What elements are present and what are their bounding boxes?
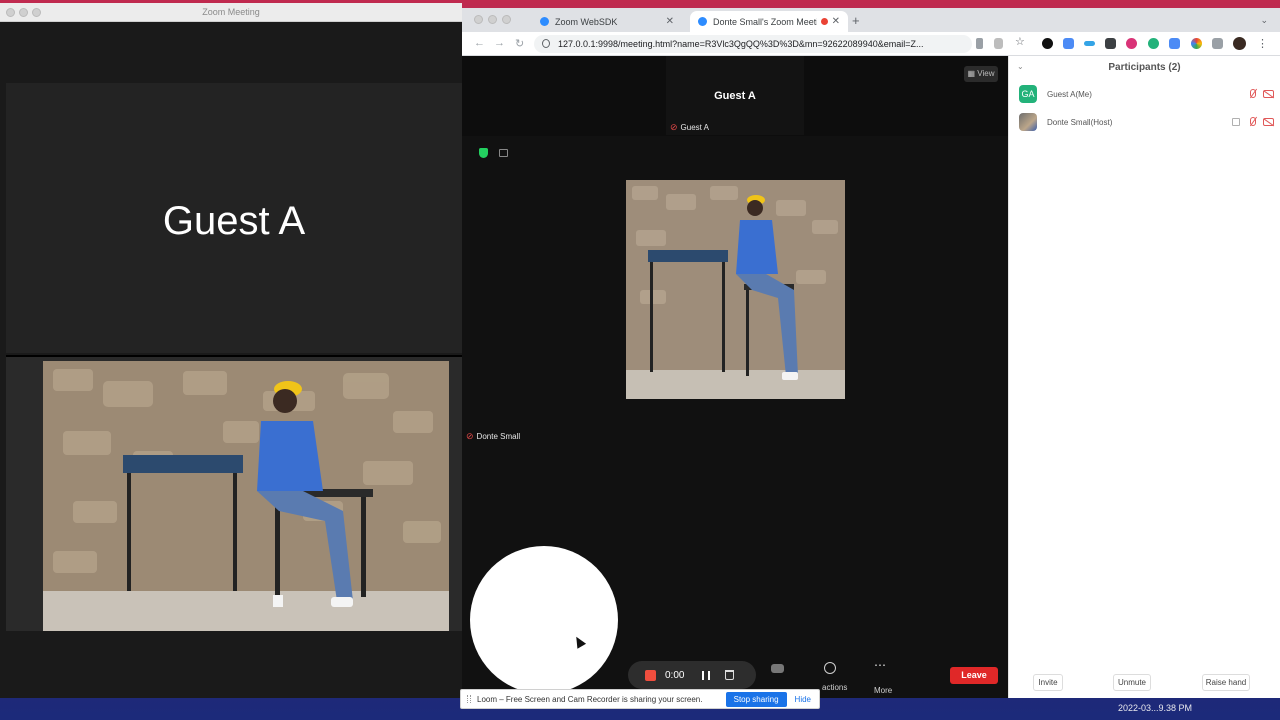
unmute-button[interactable]: Unmute: [1113, 674, 1151, 691]
participant-row[interactable]: GA Guest A(Me): [1019, 83, 1274, 105]
hide-button[interactable]: Hide: [795, 695, 811, 704]
participant-name: Donte Small(Host): [1047, 117, 1113, 127]
info-icon[interactable]: [542, 39, 550, 48]
extension-gear-icon[interactable]: [1126, 38, 1137, 49]
security-shield-icon[interactable]: [479, 148, 488, 158]
muted-mic-icon: [1248, 117, 1257, 127]
reload-icon[interactable]: ↻: [515, 37, 524, 50]
host-video-frame: [626, 180, 845, 399]
extension-dark-icon[interactable]: [1042, 38, 1053, 49]
browser-minimize-button[interactable]: [488, 15, 497, 24]
recording-timer: 0:00: [665, 669, 685, 681]
extension-share-icon[interactable]: [1084, 41, 1095, 46]
camera-off-icon: [1263, 90, 1274, 98]
extension-chrome-icon[interactable]: [1169, 38, 1180, 49]
encryption-icon[interactable]: [499, 149, 508, 157]
extension-color-icon[interactable]: [1191, 38, 1202, 49]
gallery-view: ⊘ Donte Small actions ⋯ More 0:00 Leave: [462, 136, 1008, 698]
address-bar[interactable]: 127.0.0.1:9998/meeting.html?name=R3Vlc3Q…: [534, 35, 972, 53]
tab-bar: Zoom WebSDK ✕ Donte Small's Zoom Meeting…: [462, 8, 1280, 32]
zoom-favicon-icon: [698, 17, 707, 26]
host-badge-icon: [1232, 118, 1240, 126]
browser-window: Zoom WebSDK ✕ Donte Small's Zoom Meeting…: [462, 8, 1280, 698]
reactions-label[interactable]: actions: [822, 683, 847, 692]
kebab-menu-icon[interactable]: ⋮: [1257, 37, 1268, 50]
participant-name: Guest A(Me): [1047, 89, 1092, 99]
stop-sharing-button[interactable]: Stop sharing: [725, 691, 787, 707]
tab-zoom-meeting[interactable]: Donte Small's Zoom Meeting ✕: [690, 11, 848, 32]
extension-grid-icon[interactable]: [1063, 38, 1074, 49]
system-clock: 2022-03...9.38 PM: [1117, 703, 1192, 713]
avatar: GA: [1019, 85, 1037, 103]
pause-icon[interactable]: [702, 670, 711, 680]
shared-video-strip: [6, 355, 462, 631]
participants-panel: ⌄ Participants (2) GA Guest A(Me) Donte …: [1008, 56, 1280, 698]
speaker-name: Guest A: [162, 199, 306, 243]
meeting-area: Guest A ⊘ Guest A ▦ View ⊘ Donte Small a…: [462, 56, 1008, 698]
muted-mic-icon: ⊘: [670, 122, 678, 132]
active-speaker-name: Guest A: [714, 90, 756, 102]
reactions-icon[interactable]: [824, 662, 836, 674]
stop-recording-icon[interactable]: [645, 669, 656, 681]
participant-row[interactable]: Donte Small(Host): [1019, 111, 1274, 133]
screen-share-banner: Loom – Free Screen and Cam Recorder is s…: [460, 689, 820, 709]
chat-icon[interactable]: [771, 664, 784, 673]
avatar: [1019, 113, 1037, 131]
zoom-window-title: Zoom Meeting: [202, 7, 260, 17]
tab-label: Zoom WebSDK: [555, 16, 618, 27]
more-button[interactable]: More: [874, 686, 892, 695]
extension-hash-icon[interactable]: [1105, 38, 1116, 49]
share-banner-text: Loom – Free Screen and Cam Recorder is s…: [477, 694, 703, 704]
active-speaker-tile: Guest A ⊘ Guest A: [666, 56, 804, 135]
more-dots-icon[interactable]: ⋯: [874, 658, 886, 672]
url-text: 127.0.0.1:9998/meeting.html?name=R3Vlc3Q…: [558, 39, 924, 49]
grid-icon: ▦: [967, 69, 978, 78]
tab-label: Donte Small's Zoom Meeting: [713, 16, 817, 27]
puzzle-icon[interactable]: [1212, 38, 1223, 49]
view-label: View: [977, 69, 995, 78]
browser-maximize-button[interactable]: [502, 15, 511, 24]
gallery-tile-name: ⊘ Donte Small: [466, 431, 520, 442]
loom-recording-controls: 0:00: [628, 661, 756, 689]
profile-avatar[interactable]: [1233, 37, 1246, 50]
trash-icon[interactable]: [725, 670, 735, 680]
close-icon[interactable]: ✕: [832, 16, 840, 27]
leave-button[interactable]: Leave: [950, 667, 998, 684]
tile-label: Donte Small: [476, 432, 521, 441]
zoom-titlebar: Zoom Meeting: [0, 3, 462, 22]
recording-indicator-icon: [820, 18, 828, 25]
tab-zoom-websdk[interactable]: Zoom WebSDK ✕: [532, 11, 682, 32]
new-tab-button[interactable]: +: [852, 13, 860, 28]
loom-camera-bubble[interactable]: [470, 546, 618, 694]
camera-off-icon: [1263, 118, 1274, 126]
participants-title: Participants (2): [1108, 62, 1181, 73]
back-arrow-icon[interactable]: ←: [474, 37, 485, 49]
browser-close-button[interactable]: [474, 15, 483, 24]
view-button[interactable]: ▦ View: [964, 66, 998, 82]
drag-handle-icon[interactable]: [467, 695, 471, 703]
muted-mic-icon: [1248, 89, 1257, 99]
chevron-down-icon[interactable]: ⌄: [1260, 15, 1268, 26]
invite-button[interactable]: Invite: [1033, 674, 1063, 691]
bookmark-star-icon[interactable]: ☆: [1015, 35, 1026, 48]
zoom-meeting-window: Zoom Meeting Guest A: [0, 3, 462, 698]
tag-label: Guest A: [680, 123, 710, 132]
close-icon[interactable]: ✕: [666, 16, 674, 27]
raise-hand-button[interactable]: Raise hand: [1202, 674, 1250, 691]
active-speaker-tag: ⊘ Guest A: [670, 122, 709, 133]
speaker-view-tile: Guest A: [6, 83, 462, 353]
share-icon[interactable]: [994, 38, 1003, 49]
participant-video: [43, 361, 449, 631]
forward-arrow-icon[interactable]: →: [494, 37, 505, 49]
browser-toolbar: ← → ↻ 127.0.0.1:9998/meeting.html?name=R…: [462, 32, 1280, 56]
microphone-icon[interactable]: [976, 38, 983, 49]
muted-mic-icon: ⊘: [466, 431, 474, 441]
zoom-favicon-icon: [540, 17, 549, 26]
extension-green-icon[interactable]: [1148, 38, 1159, 49]
